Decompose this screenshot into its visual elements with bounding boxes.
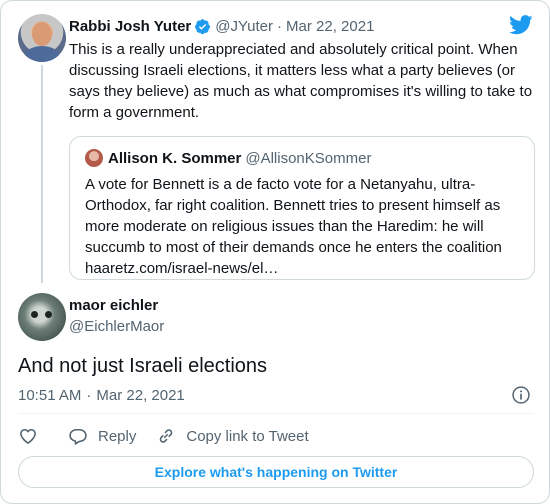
main-author-name[interactable]: maor eichler [69, 297, 158, 314]
info-icon[interactable] [511, 385, 531, 405]
avatar-eye-left [31, 311, 38, 318]
parent-author-name[interactable]: Rabbi Josh Yuter [69, 18, 191, 35]
explore-twitter-button[interactable]: Explore what's happening on Twitter [18, 456, 534, 488]
reply-label: Reply [98, 427, 137, 445]
avatar-eye-right [45, 311, 52, 318]
parent-tweet-header: Rabbi Josh Yuter @JYuter · Mar 22, 2021 [69, 16, 374, 36]
main-author-handle[interactable]: @EichlerMaor [69, 318, 164, 335]
quoted-author-avatar [85, 149, 103, 167]
main-author-avatar[interactable] [18, 293, 66, 341]
quoted-author-name: Allison K. Sommer [108, 149, 242, 167]
main-tweet-timestamp[interactable]: 10:51 AM · Mar 22, 2021 [18, 385, 185, 405]
quoted-tweet-text: A vote for Bennett is a de facto vote fo… [85, 176, 502, 256]
tweet-actions: Reply Copy link to Tweet [18, 424, 309, 448]
copy-link-label: Copy link to Tweet [186, 427, 309, 445]
reply-button[interactable]: Reply [68, 426, 136, 446]
quoted-tweet-body: A vote for Bennett is a de facto vote fo… [85, 174, 525, 279]
quoted-tweet-link[interactable]: haaretz.com/israel-news/el… [85, 260, 278, 277]
thread-connector-line [41, 65, 43, 283]
parent-author-avatar[interactable] [18, 14, 66, 62]
avatar-shirt [24, 46, 60, 62]
quoted-tweet[interactable]: Allison K. Sommer @AllisonKSommer A vote… [69, 136, 535, 280]
tweet-time[interactable]: 10:51 AM [18, 387, 81, 404]
tweet-embed-card: Rabbi Josh Yuter @JYuter · Mar 22, 2021 … [0, 0, 550, 504]
avatar-face [32, 22, 52, 46]
heart-icon [20, 428, 36, 444]
main-tweet-text: And not just Israeli elections [18, 355, 268, 377]
quoted-tweet-header: Allison K. Sommer @AllisonKSommer [108, 147, 371, 169]
like-button[interactable] [18, 426, 38, 446]
parent-tweet-text: This is a really underappreciated and ab… [69, 41, 533, 121]
parent-author-handle[interactable]: @JYuter [215, 18, 273, 35]
speech-bubble-icon [69, 428, 87, 445]
tweet-date[interactable]: Mar 22, 2021 [96, 387, 184, 404]
verified-badge-icon [195, 18, 211, 34]
copy-link-button[interactable]: Copy link to Tweet [156, 426, 309, 446]
timestamp-separator: · [86, 386, 92, 404]
twitter-bird-icon[interactable] [509, 15, 533, 35]
header-separator: · [277, 17, 283, 35]
link-icon [160, 429, 173, 443]
divider [18, 413, 534, 414]
parent-tweet-date[interactable]: Mar 22, 2021 [286, 18, 374, 35]
quoted-author-handle: @AllisonKSommer [245, 149, 372, 167]
